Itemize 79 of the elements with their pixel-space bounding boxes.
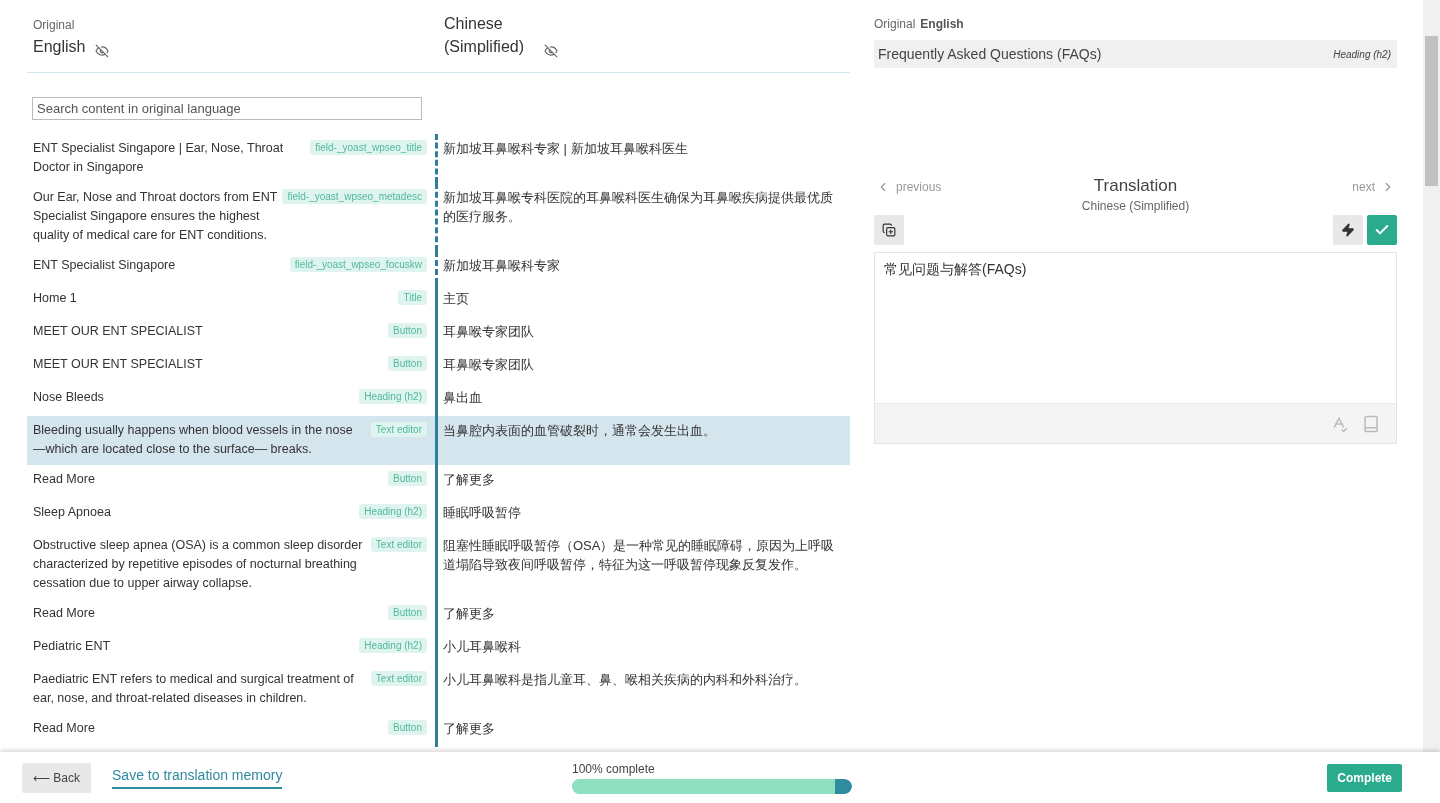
original-label: Original (874, 17, 916, 31)
segment-row[interactable]: Pediatric ENT Heading (h2) 小儿耳鼻喉科 (27, 632, 850, 665)
segment-row[interactable]: Read More Button 了解更多 (27, 714, 850, 747)
original-text: Pediatric ENT (33, 638, 112, 655)
field-tag: field-_yoast_wpseo_focuskw (289, 257, 427, 272)
original-text: Read More (33, 720, 96, 737)
field-tag: Button (388, 356, 427, 371)
machine-translate-button[interactable] (1333, 215, 1363, 245)
original-text: Home 1 (33, 290, 78, 307)
original-text: Nose Bleeds (33, 389, 105, 406)
target-language: Chinese (Simplified) (1081, 199, 1190, 213)
translation-text: 了解更多 (443, 605, 496, 623)
field-tag: Heading (h2) (359, 638, 427, 653)
field-tag: Text editor (370, 671, 427, 686)
segment-row[interactable]: Paediatric ENT refers to medical and surgical treatment of ear, nose, and throat-related diseases in children. Text editor 小儿耳鼻喉科是指儿童耳、鼻、喉相关疾病的内科和外科治疗。 (27, 665, 850, 714)
translation-text: 主页 (443, 290, 470, 308)
translation-text: 小儿耳鼻喉科 (443, 638, 522, 656)
original-language: English (920, 17, 964, 33)
translation-text: 新加坡耳鼻喉科专家 | 新加坡耳鼻喉科医生 (443, 140, 689, 158)
segment-row[interactable]: Bleeding usually happens when blood vessels in the nose —which are located close to the surface— breaks. Text editor 当鼻腔内表面的血管破裂时，通常会发生出血。 (27, 416, 850, 465)
translation-text: 阻塞性睡眠呼吸暂停（OSA）是一种常见的睡眠障碍，原因为上呼吸道塌陷导致夜间呼吸暂停，特征为这一呼吸暂停现象反复发作。 (443, 537, 836, 574)
original-language: English (33, 37, 86, 57)
translation-editor[interactable]: 常见问题与解答(FAQs) (874, 252, 1397, 444)
segment-row[interactable]: Home 1 Title 主页 (27, 284, 850, 317)
field-tag: Title (398, 290, 427, 305)
segment-row[interactable]: Read More Button 了解更多 (27, 599, 850, 632)
original-text: Bleeding usually happens when blood vessels in the nose —which are located close to the surface— breaks. (33, 422, 354, 458)
original-text: ENT Specialist Singapore | Ear, Nose, Throat Doctor in Singapore (33, 140, 285, 176)
source-text: Frequently Asked Questions (FAQs) (878, 46, 1102, 62)
segment-row[interactable]: MEET OUR ENT SPECIALIST Button 耳鼻喉专家团队 (27, 350, 850, 383)
segment-type: Heading (h2) (1333, 48, 1391, 60)
field-tag: Text editor (370, 422, 427, 437)
original-label: Original (33, 18, 76, 32)
segment-row[interactable]: MEET OUR ENT SPECIALIST Button 耳鼻喉专家团队 (27, 317, 850, 350)
original-text: MEET OUR ENT SPECIALIST (33, 356, 204, 373)
save-memory-link[interactable]: Save to translation memory (112, 766, 283, 789)
field-tag: Button (388, 323, 427, 338)
original-text: Read More (33, 605, 96, 622)
field-tag: Button (388, 471, 427, 486)
translation-language: Chinese (Simplified) (444, 14, 525, 57)
segment-row[interactable]: ENT Specialist Singapore | Ear, Nose, Throat Doctor in Singapore field-_yoast_wpseo_title 新加坡耳鼻喉科专家 | 新加坡耳鼻喉科医生 (27, 134, 850, 183)
field-tag: Heading (h2) (359, 504, 427, 519)
field-tag: Button (388, 605, 427, 620)
translation-text: 了解更多 (443, 471, 496, 489)
segment-row[interactable]: Sleep Apnoea Heading (h2) 睡眠呼吸暂停 (27, 498, 850, 531)
translation-text: 耳鼻喉专家团队 (443, 356, 535, 374)
scrollbar-thumb[interactable] (1425, 36, 1438, 186)
translation-text: 鼻出血 (443, 389, 483, 407)
field-tag: field-_yoast_wpseo_title (310, 140, 427, 155)
translation-text: 新加坡耳鼻喉科专家 (443, 257, 561, 275)
search-field[interactable]: Search content in original language (32, 97, 422, 120)
translation-text: 新加坡耳鼻喉专科医院的耳鼻喉科医生确保为耳鼻喉疾病提供最优质的医疗服务。 (443, 189, 834, 226)
original-text: Our Ear, Nose and Throat doctors from ENT Specialist Singapore ensures the highest quality of medical care for ENT conditions. (33, 189, 279, 244)
progress-label: 100% complete (572, 761, 656, 776)
back-button[interactable]: ⟵ Back (22, 762, 91, 793)
field-tag: field-_yoast_wpseo_metadesc (282, 189, 427, 204)
eye-off-icon[interactable] (95, 44, 110, 58)
lightning-icon (1341, 223, 1355, 237)
translation-text: 睡眠呼吸暂停 (443, 504, 522, 522)
segment-row[interactable]: Our Ear, Nose and Throat doctors from ENT Specialist Singapore ensures the highest quality of medical care for ENT conditions. field-_yoast_wpseo_metadesc 新加坡耳鼻喉专科医院的耳鼻喉科医生确保为耳鼻喉疾病提供最优质的医疗服务。 (27, 183, 850, 251)
original-text: Read More (33, 471, 96, 488)
copy-source-button[interactable] (874, 215, 904, 245)
translation-text: 了解更多 (443, 720, 496, 738)
copy-icon (882, 223, 896, 237)
original-text: Paediatric ENT refers to medical and surgical treatment of ear, nose, and throat-related diseases in children. (33, 671, 355, 707)
original-text: Sleep Apnoea (33, 504, 112, 521)
field-tag: Text editor (370, 537, 427, 552)
field-tag: Button (388, 720, 427, 735)
translation-text: 小儿耳鼻喉科是指儿童耳、鼻、喉相关疾病的内科和外科治疗。 (443, 671, 808, 689)
segment-row[interactable]: Read More Button 了解更多 (27, 465, 850, 498)
original-text: MEET OUR ENT SPECIALIST (33, 323, 204, 340)
translation-text: 当鼻腔内表面的血管破裂时，通常会发生出血。 (443, 422, 717, 440)
eye-off-icon[interactable] (544, 44, 558, 58)
segment-row[interactable]: ENT Specialist Singapore field-_yoast_wpseo_focuskw 新加坡耳鼻喉科专家 (27, 251, 850, 284)
field-tag: Heading (h2) (359, 389, 427, 404)
translation-text: 耳鼻喉专家团队 (443, 323, 535, 341)
original-text: ENT Specialist Singapore (33, 257, 177, 274)
original-text: Obstructive sleep apnea (OSA) is a common sleep disorder characterized by repetitive episodes of nocturnal breathing cessation due to upper airway collapse. (33, 537, 364, 592)
editor-title: Translation (1093, 176, 1178, 196)
